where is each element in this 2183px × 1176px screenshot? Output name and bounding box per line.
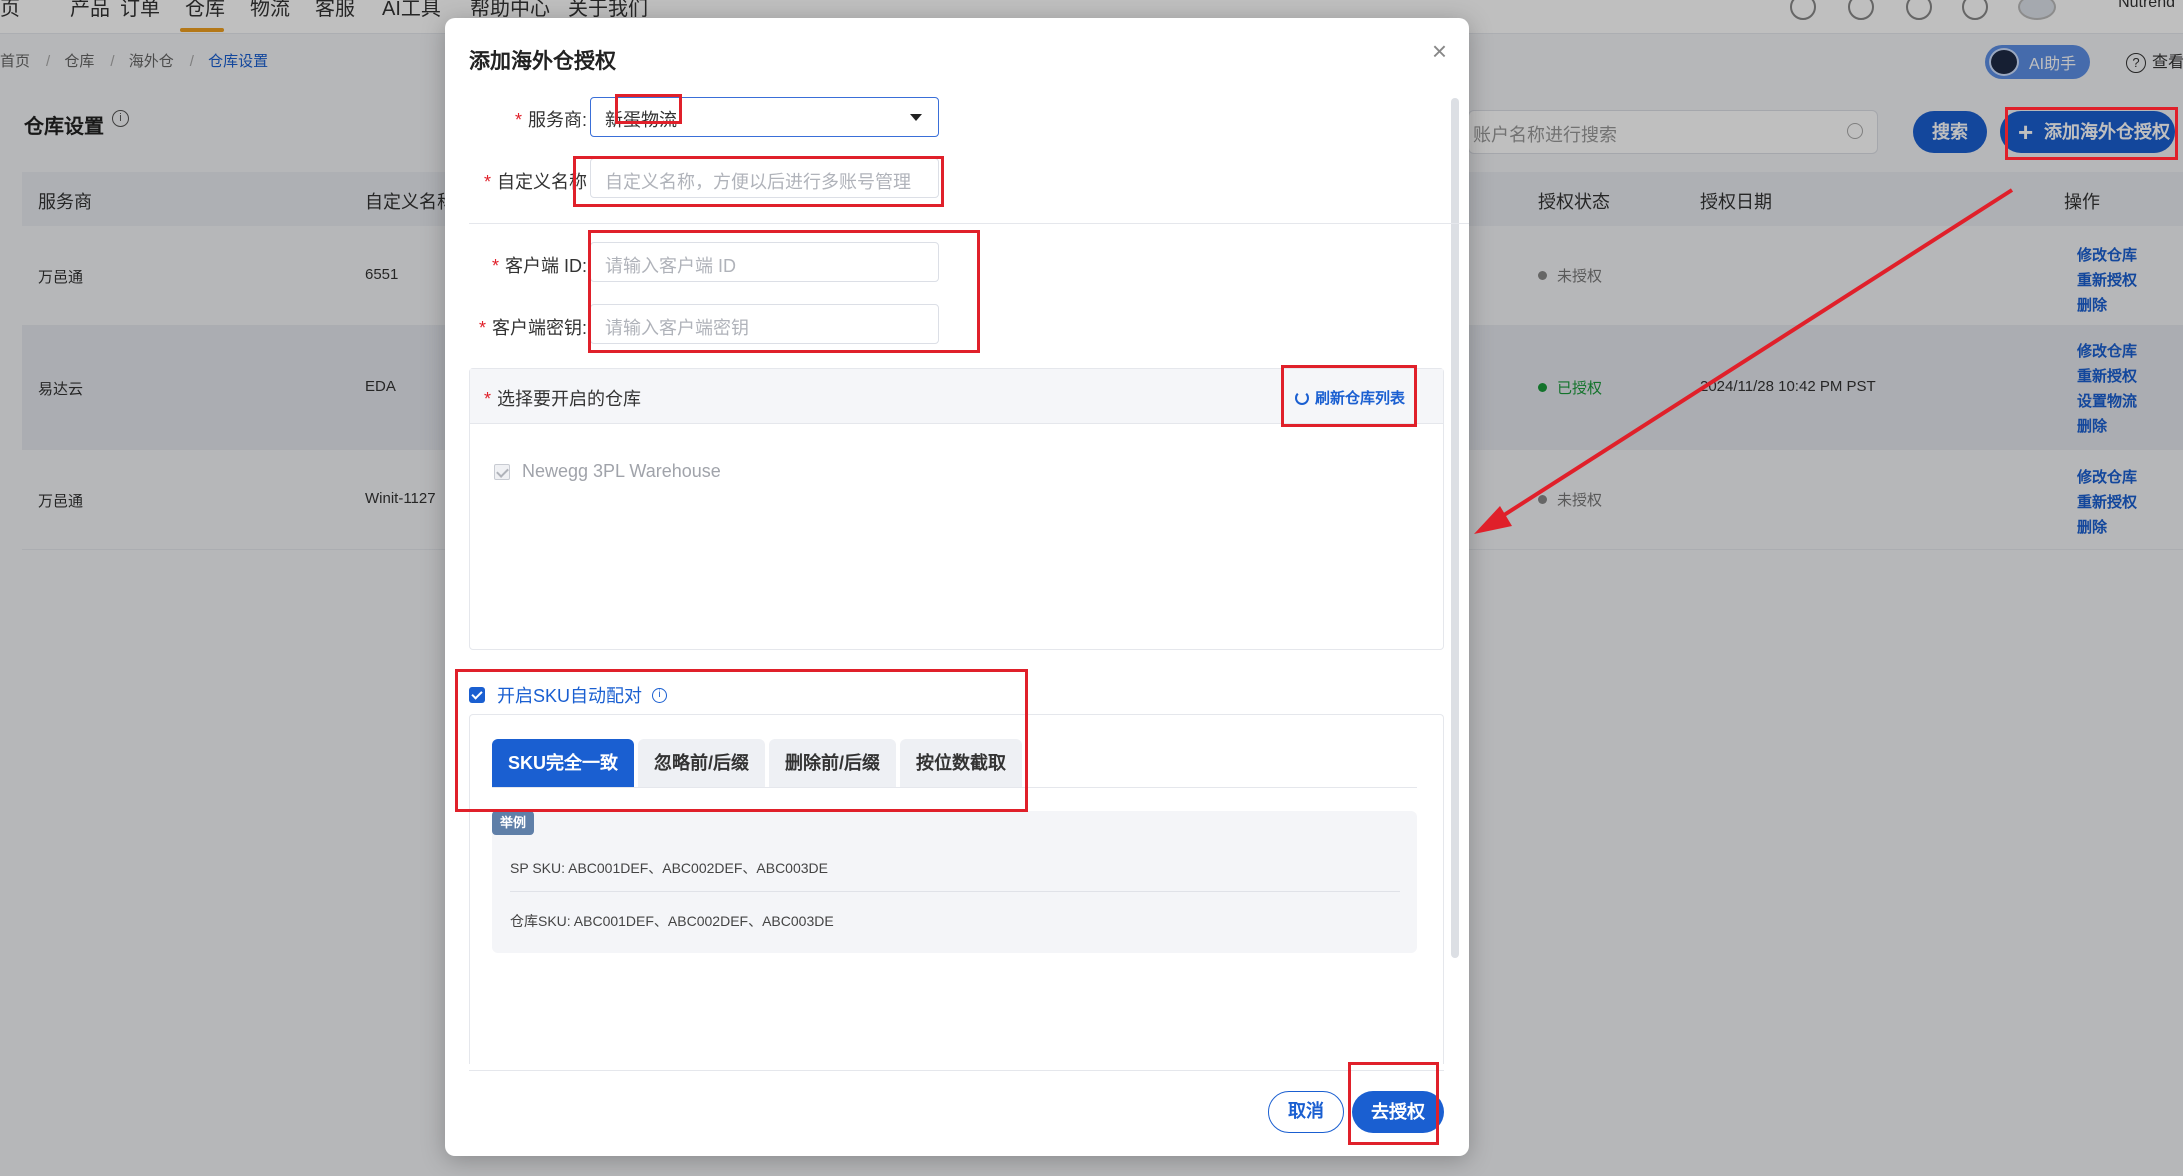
annotation-box — [615, 94, 682, 124]
example-warehouse-sku: 仓库SKU: ABC001DEF、ABC002DEF、ABC003DE — [510, 913, 834, 929]
warehouse-option: Newegg 3PL Warehouse — [494, 461, 721, 482]
provider-label: * 服务商: — [514, 110, 587, 130]
caret-down-icon — [910, 114, 922, 121]
example-tag: 举例 — [492, 811, 535, 835]
annotation-box — [573, 156, 944, 207]
footer-divider — [469, 1070, 1444, 1071]
client-id-label: * 客户端 ID: — [491, 256, 587, 276]
example-box: 举例 SP SKU: ABC001DEF、ABC002DEF、ABC003DE … — [492, 811, 1417, 953]
close-icon[interactable]: × — [1432, 36, 1447, 67]
annotation-box — [588, 230, 980, 353]
cancel-button[interactable]: 取消 — [1268, 1091, 1344, 1133]
warehouse-name: Newegg 3PL Warehouse — [522, 461, 721, 481]
warehouse-checkbox — [494, 463, 510, 480]
annotation-box — [1281, 365, 1417, 427]
modal-scrollbar[interactable] — [1451, 98, 1459, 958]
warehouse-select-label: * 选择要开启的仓库 — [484, 389, 642, 409]
modal-title: 添加海外仓授权 — [469, 50, 616, 73]
divider — [469, 223, 1469, 224]
example-sp-sku: SP SKU: ABC001DEF、ABC002DEF、ABC003DE — [510, 860, 828, 876]
client-secret-label: * 客户端密钥: — [478, 318, 587, 338]
annotation-box — [1348, 1062, 1439, 1145]
custom-name-label: * 自定义名称 — [483, 172, 587, 192]
annotation-box — [2005, 107, 2178, 160]
divider — [510, 891, 1400, 892]
annotation-box — [455, 669, 1028, 812]
